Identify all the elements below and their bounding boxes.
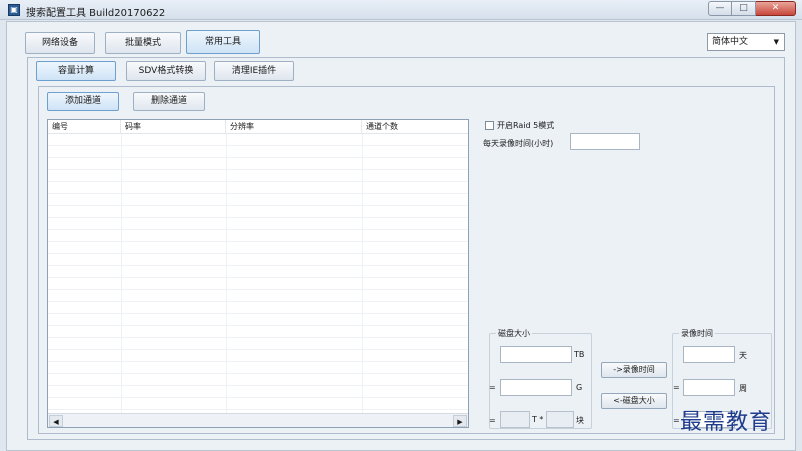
add-channel-button[interactable]: 添加通道 — [47, 92, 119, 111]
main-window: 网络设备 批量模式 常用工具 简体中文 ▼ 容量计算 SDV格式转换 清理IE插… — [6, 21, 796, 451]
window-title: 搜索配置工具 Build20170622 — [26, 8, 166, 19]
column-divider — [121, 134, 122, 413]
tab-network-devices[interactable]: 网络设备 — [25, 32, 95, 54]
maximize-button[interactable]: □ — [732, 1, 756, 16]
unit-day-label: 天 — [739, 351, 747, 360]
scroll-right-icon[interactable]: ▶ — [453, 415, 467, 427]
record-weeks-input[interactable] — [683, 379, 735, 396]
title-bar: ▣ 搜索配置工具 Build20170622 — □ ✕ — [0, 0, 802, 20]
column-divider — [226, 134, 227, 413]
disk-count-box — [546, 411, 574, 428]
delete-channel-button[interactable]: 删除通道 — [133, 92, 205, 111]
daily-hours-label: 每天录像时间(小时) — [483, 139, 554, 148]
disk-t-value-box — [500, 411, 530, 428]
disk-size-g-input[interactable] — [500, 379, 572, 396]
unit-week-label: 周 — [739, 384, 747, 393]
record-time-title: 录像时间 — [679, 328, 715, 339]
equals-sign: = — [489, 416, 496, 425]
column-divider — [362, 134, 363, 413]
calc-record-time-button[interactable]: ->录像时间 — [601, 362, 667, 378]
column-header-resolution[interactable]: 分辨率 — [226, 120, 362, 134]
table-rows[interactable] — [48, 134, 468, 414]
equals-sign: = — [673, 383, 680, 392]
equals-sign: = — [489, 383, 496, 392]
daily-hours-input[interactable] — [570, 133, 640, 150]
chevron-down-icon: ▼ — [773, 38, 779, 46]
close-button[interactable]: ✕ — [756, 1, 796, 16]
column-header-channel-count[interactable]: 通道个数 — [362, 120, 468, 134]
disk-size-group: 磁盘大小 TB = G = T * 块 — [489, 328, 592, 429]
minimize-button[interactable]: — — [708, 1, 732, 16]
language-selected-value: 简体中文 — [712, 37, 749, 47]
disk-size-tb-input[interactable] — [500, 346, 572, 363]
disk-size-title: 磁盘大小 — [496, 328, 532, 339]
tab-batch-mode[interactable]: 批量模式 — [105, 32, 181, 54]
app-icon: ▣ — [8, 4, 20, 16]
scroll-left-icon[interactable]: ◀ — [49, 415, 63, 427]
column-header-id[interactable]: 编号 — [48, 120, 121, 134]
horizontal-scrollbar[interactable]: ◀ ▶ — [48, 413, 468, 427]
watermark-text: 最需教育 — [680, 410, 773, 435]
record-days-input[interactable] — [683, 346, 735, 363]
table-header: 编号 码率 分辨率 通道个数 — [48, 120, 468, 134]
tools-panel: 容量计算 SDV格式转换 清理IE插件 添加通道 删除通道 编号 码率 分辨率 … — [27, 57, 785, 440]
raid5-label: 开启Raid 5模式 — [497, 121, 555, 130]
tab-common-tools[interactable]: 常用工具 — [186, 30, 260, 54]
window-controls: — □ ✕ — [708, 1, 796, 16]
channel-table[interactable]: 编号 码率 分辨率 通道个数 ◀ ▶ — [47, 119, 469, 428]
unit-tb-label: TB — [574, 350, 585, 359]
subtab-capacity-calc[interactable]: 容量计算 — [36, 61, 116, 81]
subtab-sdv-convert[interactable]: SDV格式转换 — [126, 61, 206, 81]
capacity-calc-page: 添加通道 删除通道 编号 码率 分辨率 通道个数 ◀ ▶ 开启Raid 5模式 … — [38, 86, 775, 434]
column-header-bitrate[interactable]: 码率 — [121, 120, 226, 134]
block-unit-label: 块 — [576, 416, 584, 425]
subtab-clean-ie-plugin[interactable]: 清理IE插件 — [214, 61, 294, 81]
unit-g-label: G — [576, 383, 583, 392]
language-select[interactable]: 简体中文 ▼ — [707, 33, 785, 51]
t-multiply-label: T * — [532, 415, 544, 424]
calc-disk-size-button[interactable]: <-磁盘大小 — [601, 393, 667, 409]
equals-sign: = — [673, 416, 680, 425]
raid5-checkbox[interactable] — [485, 121, 494, 130]
